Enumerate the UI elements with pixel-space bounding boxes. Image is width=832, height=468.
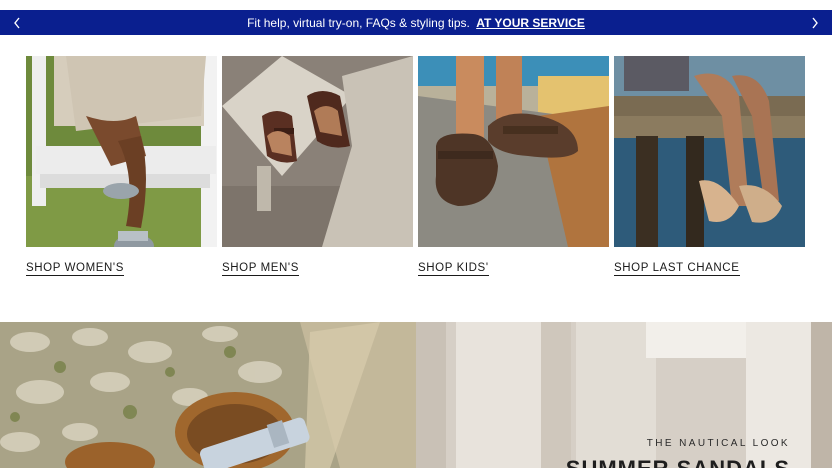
category-tile-mens: SHOP MEN'S xyxy=(222,56,413,276)
category-tile-last-chance: SHOP LAST CHANCE xyxy=(614,56,805,276)
promo-link[interactable]: AT YOUR SERVICE xyxy=(476,16,585,30)
shop-last-chance-link[interactable]: SHOP LAST CHANCE xyxy=(614,262,740,276)
chevron-left-icon[interactable] xyxy=(2,10,32,35)
category-image-womens[interactable] xyxy=(26,56,217,247)
category-tile-kids: SHOP KIDS' xyxy=(418,56,609,276)
hero-image-left[interactable] xyxy=(0,322,416,468)
promo-bar: Fit help, virtual try-on, FAQs & styling… xyxy=(0,10,832,35)
category-image-last-chance[interactable] xyxy=(614,56,805,247)
hero-eyebrow: THE NAUTICAL LOOK xyxy=(646,438,790,449)
promo-text: Fit help, virtual try-on, FAQs & styling… xyxy=(247,16,585,30)
category-tile-womens: SHOP WOMEN'S xyxy=(26,56,217,276)
hero-panel-right[interactable]: THE NAUTICAL LOOK SUMMER SANDALS xyxy=(416,322,832,468)
hero-headline: SUMMER SANDALS xyxy=(566,456,790,468)
category-image-mens[interactable] xyxy=(222,56,413,247)
promo-message: Fit help, virtual try-on, FAQs & styling… xyxy=(247,15,470,30)
category-image-kids[interactable] xyxy=(418,56,609,247)
hero-banner: THE NAUTICAL LOOK SUMMER SANDALS xyxy=(0,322,832,468)
shop-womens-link[interactable]: SHOP WOMEN'S xyxy=(26,262,124,276)
shop-mens-link[interactable]: SHOP MEN'S xyxy=(222,262,299,276)
category-tiles: SHOP WOMEN'S SHOP MEN'S SHOP KIDS' SHOP … xyxy=(26,56,806,276)
chevron-right-icon[interactable] xyxy=(800,10,830,35)
top-strip xyxy=(0,0,832,10)
shop-kids-link[interactable]: SHOP KIDS' xyxy=(418,262,489,276)
